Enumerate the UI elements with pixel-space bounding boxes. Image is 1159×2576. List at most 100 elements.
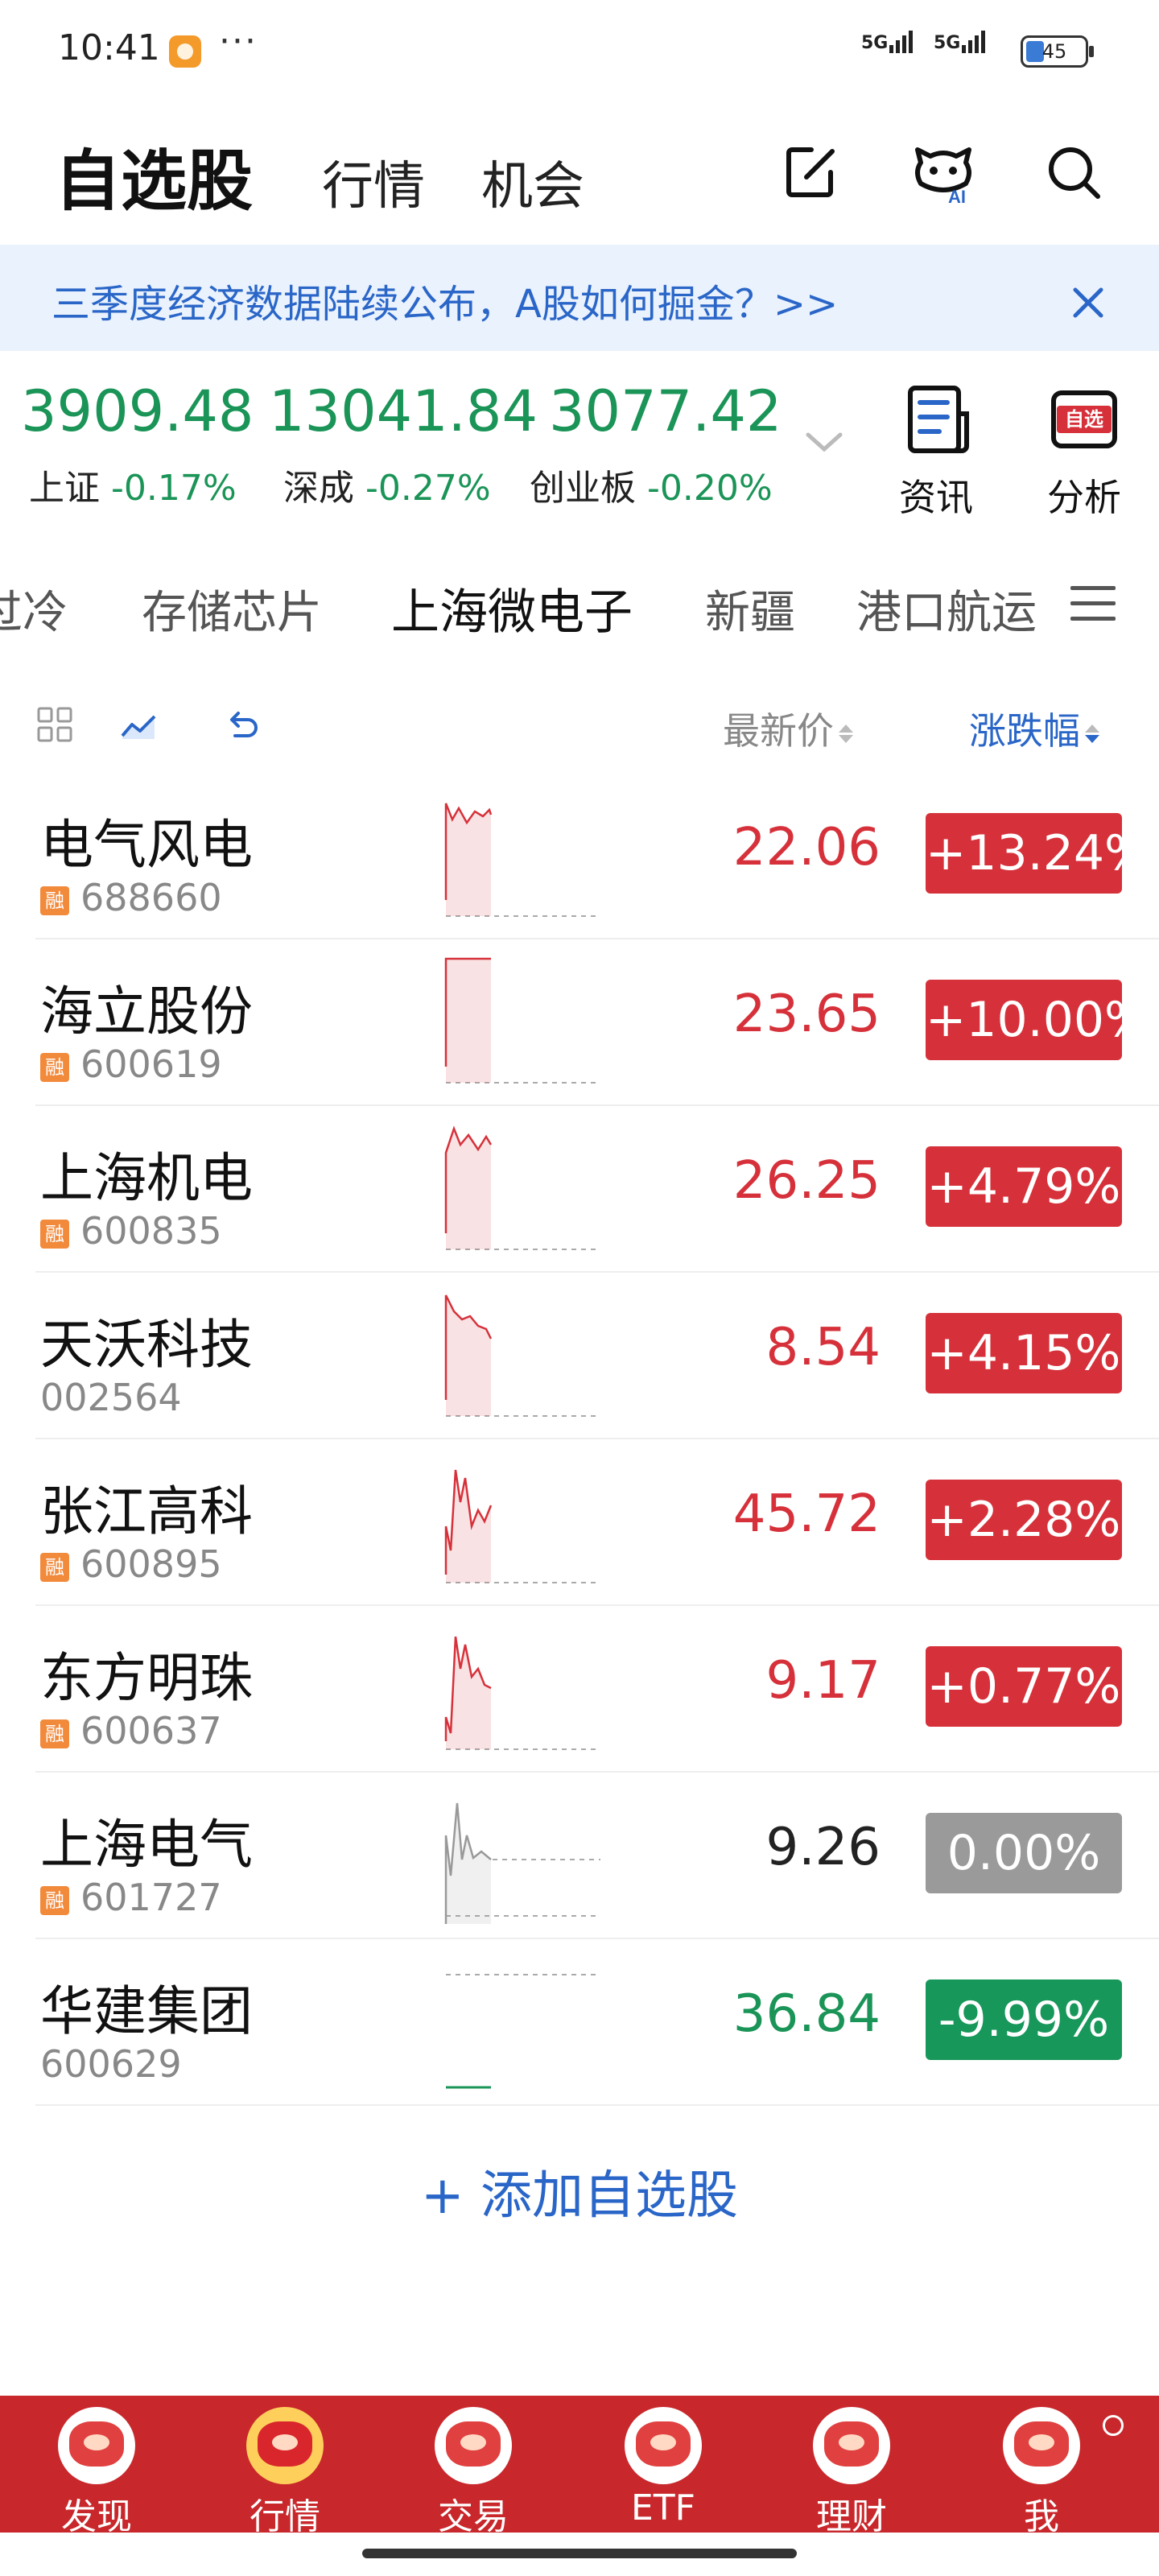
menu-icon[interactable] bbox=[1070, 586, 1116, 626]
sector-tab[interactable]: 存储芯片 bbox=[142, 576, 322, 642]
intraday-sparkline bbox=[444, 957, 600, 1084]
index-value: 13041.84 bbox=[269, 378, 538, 444]
change-percent-badge[interactable]: -9.99% bbox=[926, 1979, 1122, 2060]
stock-row[interactable]: 海立股份融 600619 23.65 +10.00% bbox=[35, 939, 1159, 1106]
margin-trading-badge: 融 bbox=[40, 1886, 69, 1915]
mascot-icon bbox=[435, 2407, 512, 2484]
home-indicator[interactable] bbox=[362, 2549, 797, 2558]
mascot-icon bbox=[1003, 2407, 1080, 2484]
index-shanghai[interactable]: 3909.48 bbox=[21, 378, 254, 444]
tab-market[interactable]: 行情 bbox=[322, 145, 425, 219]
news-banner[interactable]: 三季度经济数据陆续公布，A股如何掘金？>> bbox=[0, 245, 1159, 351]
stock-code-text: 600637 bbox=[80, 1709, 222, 1752]
stock-price: 23.65 bbox=[732, 985, 881, 1044]
stock-price: 26.25 bbox=[732, 1151, 881, 1211]
sort-by-change[interactable]: 涨跌幅 bbox=[969, 702, 1101, 755]
stock-row[interactable]: 电气风电融 688660 22.06 +13.24% bbox=[35, 773, 1159, 939]
stock-code-text: 002564 bbox=[40, 1376, 182, 1419]
index-chinext-label: 创业板 -0.20% bbox=[530, 459, 773, 510]
sector-tab[interactable]: 过冷 bbox=[0, 576, 68, 642]
margin-trading-badge: 融 bbox=[40, 886, 69, 915]
stock-row[interactable]: 张江高科融 600895 45.72 +2.28% bbox=[35, 1439, 1159, 1606]
index-shenzhen[interactable]: 13041.84 bbox=[269, 378, 538, 444]
chart-view-icon[interactable] bbox=[119, 705, 159, 745]
stock-code: 600629 bbox=[40, 2042, 182, 2086]
stock-price: 8.54 bbox=[765, 1318, 881, 1377]
margin-trading-badge: 融 bbox=[40, 1053, 69, 1082]
grid-view-icon[interactable] bbox=[35, 705, 76, 745]
notification-dot-icon bbox=[1103, 2415, 1124, 2436]
news-shortcut[interactable]: 资讯 bbox=[876, 382, 996, 522]
nav-wealth[interactable]: 理财 bbox=[779, 2396, 924, 2537]
intraday-sparkline bbox=[444, 803, 600, 917]
nav-etf[interactable]: ETF bbox=[591, 2396, 736, 2533]
ai-robot-icon[interactable]: AI bbox=[909, 138, 977, 206]
tab-opportunity[interactable]: 机会 bbox=[481, 145, 584, 219]
change-percent-badge[interactable]: +0.77% bbox=[926, 1646, 1122, 1727]
stock-code-text: 688660 bbox=[80, 876, 222, 919]
edit-icon[interactable] bbox=[777, 138, 845, 206]
analysis-label: 分析 bbox=[1047, 476, 1121, 519]
analysis-shortcut[interactable]: 自选 分析 bbox=[1024, 382, 1145, 522]
mascot-icon bbox=[813, 2407, 890, 2484]
stock-code-text: 601727 bbox=[80, 1876, 222, 1919]
change-percent-badge[interactable]: +13.24% bbox=[926, 813, 1150, 894]
nav-discover[interactable]: 发现 bbox=[24, 2396, 169, 2537]
sector-tab[interactable]: 新疆 bbox=[705, 576, 795, 642]
stock-row[interactable]: 上海机电融 600835 26.25 +4.79% bbox=[35, 1106, 1159, 1273]
chevron-down-icon[interactable] bbox=[802, 427, 847, 459]
nav-trade[interactable]: 交易 bbox=[401, 2396, 546, 2537]
change-percent-badge[interactable]: +4.15% bbox=[926, 1313, 1122, 1393]
nav-label: 理财 bbox=[816, 2496, 887, 2537]
news-icon bbox=[908, 386, 969, 453]
change-percent-badge[interactable]: +4.79% bbox=[926, 1146, 1122, 1227]
signal-5g-icon-2: 5G bbox=[934, 31, 988, 53]
stock-name: 海立股份 bbox=[40, 980, 253, 1042]
add-stock-button[interactable]: + 添加自选股 bbox=[0, 2154, 1159, 2228]
change-percent-badge[interactable]: 0.00% bbox=[926, 1813, 1122, 1893]
stock-row[interactable]: 上海电气融 601727 9.26 0.00% bbox=[35, 1773, 1159, 1939]
svg-text:AI: AI bbox=[948, 187, 966, 206]
margin-trading-badge: 融 bbox=[40, 1719, 69, 1748]
stock-code: 融 600637 bbox=[40, 1709, 222, 1752]
change-percent-badge[interactable]: +10.00% bbox=[926, 980, 1150, 1060]
nav-label: 我 bbox=[1024, 2496, 1059, 2537]
sort-by-price[interactable]: 最新价 bbox=[723, 702, 855, 755]
news-label: 资讯 bbox=[899, 476, 973, 519]
stock-row[interactable]: 东方明珠融 600637 9.17 +0.77% bbox=[35, 1606, 1159, 1773]
undo-icon[interactable] bbox=[222, 705, 262, 745]
index-chinext[interactable]: 3077.42 bbox=[549, 378, 782, 444]
index-change: -0.17% bbox=[111, 468, 237, 509]
list-header: 最新价 涨跌幅 bbox=[0, 684, 1159, 765]
status-time: 10:41 bbox=[58, 27, 160, 68]
margin-trading-badge: 融 bbox=[40, 1220, 69, 1249]
tab-watchlist[interactable]: 自选股 bbox=[55, 127, 253, 223]
sector-tabs: 过冷 存储芯片 上海微电子 新疆 港口航运 bbox=[0, 564, 1159, 652]
price-column-label: 最新价 bbox=[723, 709, 834, 753]
sparkline-area bbox=[446, 959, 491, 1083]
change-percent-badge[interactable]: +2.28% bbox=[926, 1480, 1122, 1560]
close-icon[interactable] bbox=[1064, 279, 1112, 327]
search-icon[interactable] bbox=[1040, 138, 1107, 206]
banner-text[interactable]: 三季度经济数据陆续公布，A股如何掘金？>> bbox=[52, 272, 838, 328]
index-shenzhen-label: 深成 -0.27% bbox=[283, 459, 491, 510]
index-shanghai-label: 上证 -0.17% bbox=[29, 459, 237, 510]
plus-icon: + bbox=[421, 2166, 464, 2226]
stock-row[interactable]: 华建集团 600629 36.84 -9.99% bbox=[35, 1939, 1159, 2106]
more-notifications-icon: ··· bbox=[219, 21, 258, 62]
sector-tab[interactable]: 港口航运 bbox=[856, 576, 1037, 642]
stock-list: 电气风电融 688660 22.06 +13.24% 海立股份融 600619 23.65 +… bbox=[0, 773, 1159, 2106]
nav-me[interactable]: 我 bbox=[969, 2396, 1114, 2537]
battery-icon: 45 bbox=[1021, 35, 1094, 68]
stock-code-text: 600629 bbox=[40, 2042, 182, 2086]
index-value: 3077.42 bbox=[549, 378, 782, 444]
index-name: 上证 bbox=[29, 468, 100, 509]
stock-code: 融 600895 bbox=[40, 1542, 222, 1586]
stock-price: 9.26 bbox=[765, 1818, 881, 1877]
nav-market[interactable]: 行情 bbox=[212, 2396, 357, 2537]
stock-code-text: 600619 bbox=[80, 1042, 222, 1086]
sector-tab-active[interactable]: 上海微电子 bbox=[391, 573, 633, 643]
mascot-icon bbox=[625, 2407, 702, 2484]
stock-row[interactable]: 天沃科技 002564 8.54 +4.15% bbox=[35, 1273, 1159, 1439]
index-change: -0.20% bbox=[647, 468, 773, 509]
